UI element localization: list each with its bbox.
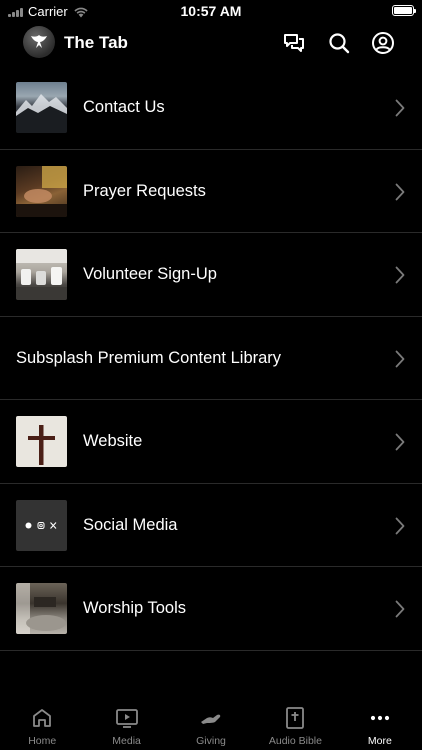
list-item-label: Volunteer Sign-Up [83, 265, 217, 283]
hands-thumbnail [16, 165, 67, 217]
list-item-label: Worship Tools [83, 599, 187, 617]
list-item-label: Website [83, 432, 143, 450]
list-item-label: Contact Us [83, 98, 165, 116]
search-icon[interactable] [327, 31, 351, 55]
list-item-premium-content-library[interactable]: Subsplash Premium Content Library [0, 317, 422, 400]
list-item-website[interactable]: Website [0, 400, 422, 484]
home-icon [33, 709, 52, 727]
profile-icon[interactable] [371, 31, 395, 55]
more-icon [370, 715, 389, 721]
tab-media[interactable]: Media [84, 700, 168, 750]
list-item-worship-tools[interactable]: Worship Tools [0, 567, 422, 651]
status-bar: Carrier 10:57 AM [0, 0, 422, 22]
tab-label: Audio Bible [268, 735, 322, 747]
chevron-right-icon [395, 433, 405, 451]
tab-label: Media [112, 735, 141, 747]
list-item-label: Subsplash Premium Content Library [16, 348, 282, 367]
app-title: The Tab [64, 33, 128, 52]
chevron-right-icon [395, 517, 405, 534]
chevron-right-icon [395, 183, 405, 200]
messages-icon[interactable] [282, 31, 306, 55]
more-menu-list: Contact Us Prayer Requests Volunteer Sig… [0, 66, 422, 651]
tab-bar: Home Media Giving Audio Bible More [0, 700, 422, 750]
social-thumbnail [16, 499, 67, 551]
tab-label: Home [28, 735, 57, 747]
list-item-label: Social Media [83, 515, 178, 534]
tab-giving[interactable]: Giving [169, 700, 253, 750]
chevron-right-icon [395, 99, 405, 117]
list-item-social-media[interactable]: Social Media [0, 484, 422, 567]
media-icon [115, 709, 138, 728]
dove-icon [31, 35, 47, 48]
chevron-right-icon [395, 600, 405, 618]
status-time: 10:57 AM [180, 3, 242, 19]
chevron-right-icon [395, 266, 405, 284]
app-logo[interactable] [23, 26, 55, 58]
tab-home[interactable]: Home [0, 700, 84, 750]
tab-more[interactable]: More [338, 700, 422, 750]
list-item-label: Prayer Requests [83, 181, 206, 200]
list-item-contact-us[interactable]: Contact Us [0, 66, 422, 150]
list-item-prayer-requests[interactable]: Prayer Requests [0, 150, 422, 233]
tab-audio-bible[interactable]: Audio Bible [253, 700, 337, 750]
giving-icon [201, 714, 221, 724]
tab-label: More [367, 735, 392, 747]
mountains-thumbnail [16, 82, 67, 133]
tab-label: Giving [196, 735, 226, 747]
app-header: The Tab [0, 24, 422, 64]
cross-thumbnail [16, 416, 67, 467]
bible-icon [286, 707, 305, 729]
list-item-volunteer-sign-up[interactable]: Volunteer Sign-Up [0, 233, 422, 317]
chevron-right-icon [395, 350, 405, 367]
stage-thumbnail [16, 583, 67, 634]
battery-icon [392, 5, 416, 16]
coffee-thumbnail [16, 249, 67, 300]
